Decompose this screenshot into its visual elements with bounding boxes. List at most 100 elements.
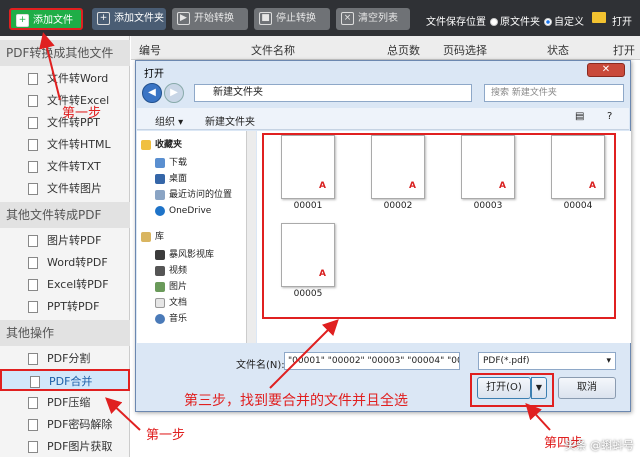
dialog-title: 打开 [144, 69, 164, 80]
col-header-page-select: 页码选择 [443, 44, 487, 57]
radio-selected-icon [544, 18, 552, 26]
organize-menu[interactable]: 组织 ▾ [155, 113, 183, 128]
library-icon [141, 232, 151, 242]
nav-favorites[interactable]: 收藏夹 [141, 139, 182, 151]
file-icon [28, 73, 38, 85]
forward-arrow-icon: ▶ [170, 87, 178, 98]
dialog-command-bar: 组织 ▾ 新建文件夹 ▤ ? [137, 108, 629, 130]
add-file-icon: + [16, 14, 29, 27]
start-convert-button[interactable]: ▶ 开始转换 [172, 8, 248, 30]
stop-convert-button[interactable]: ■ 停止转换 [254, 8, 330, 30]
search-input[interactable]: 搜索 新建文件夹 [484, 84, 624, 102]
recent-icon [155, 190, 165, 200]
add-file-button[interactable]: + 添加文件 [9, 8, 83, 30]
sidebar-section-pdf-to-other[interactable]: PDF转换成其他文件 [0, 40, 130, 66]
forward-button[interactable]: ▶ [164, 83, 184, 103]
filename-input[interactable]: "00001" "00002" "00003" "00004" "00005" [284, 352, 460, 370]
col-header-filename: 文件名称 [251, 44, 295, 57]
filetype-select[interactable]: PDF(*.pdf) ▾ [478, 352, 616, 370]
sidebar: PDF转换成其他文件 文件转Word 文件转Excel 文件转PPT 文件转HT… [0, 36, 130, 457]
radio-custom-folder[interactable]: 自定义 [544, 13, 584, 28]
video-icon [155, 266, 165, 276]
sidebar-item-word-to-pdf[interactable]: Word转PDF [0, 252, 130, 274]
sidebar-item-to-txt[interactable]: 文件转TXT [0, 156, 130, 178]
pdf-file-icon [30, 376, 40, 388]
pdf-file-icon [28, 419, 38, 431]
help-icon[interactable]: ? [607, 111, 612, 122]
file-icon [28, 161, 38, 173]
col-header-index: 编号 [139, 44, 161, 57]
path-field[interactable]: 新建文件夹 [194, 84, 472, 102]
sidebar-item-to-word[interactable]: 文件转Word [0, 68, 130, 90]
add-folder-button[interactable]: + 添加文件夹 [92, 8, 166, 30]
watermark: 头条 @蝌蚪号 [564, 439, 635, 452]
pdf-file-icon [28, 353, 38, 365]
nav-scrollbar[interactable] [246, 131, 256, 343]
image-file-icon [28, 183, 38, 195]
col-header-open: 打开 [613, 44, 635, 57]
open-options-button[interactable]: ▼ [531, 377, 547, 399]
chevron-down-icon: ▼ [535, 383, 543, 392]
back-button[interactable]: ◀ [142, 83, 162, 103]
sidebar-section-other-ops[interactable]: 其他操作 [0, 320, 130, 346]
play-icon: ▶ [177, 12, 190, 25]
sidebar-item-pdf-extract-images[interactable]: PDF图片获取 [0, 436, 130, 458]
selection-highlight [262, 133, 616, 319]
sidebar-item-pdf-unlock[interactable]: PDF密码解除 [0, 414, 130, 436]
nav-onedrive[interactable]: OneDrive [155, 205, 211, 217]
clear-list-button[interactable]: × 清空列表 [336, 8, 410, 30]
open-button[interactable]: 打开(O) [477, 377, 531, 399]
nav-lib-pictures[interactable]: 图片 [155, 281, 187, 293]
nav-recent[interactable]: 最近访问的位置 [155, 189, 232, 201]
sidebar-item-image-to-pdf[interactable]: 图片转PDF [0, 230, 130, 252]
cancel-button[interactable]: 取消 [558, 377, 616, 399]
back-arrow-icon: ◀ [148, 87, 156, 98]
pdf-file-icon [28, 397, 38, 409]
stop-icon: ■ [259, 12, 272, 25]
annotation-step1-bottom: 第一步 [146, 428, 186, 443]
main-toolbar: + 添加文件 + 添加文件夹 ▶ 开始转换 ■ 停止转换 × 清空列表 文件保存位置 原文… [0, 0, 640, 36]
filename-label: 文件名(N): [236, 360, 285, 371]
desktop-icon [155, 174, 165, 184]
download-icon [155, 158, 165, 168]
col-header-pages: 总页数 [387, 44, 420, 57]
file-icon [28, 117, 38, 129]
cloud-icon [155, 206, 165, 216]
file-icon [28, 95, 38, 107]
file-table-header: 编号 文件名称 总页数 页码选择 状态 打开 [131, 36, 640, 60]
word-file-icon [28, 257, 38, 269]
annotation-step1-top: 第一步 [62, 106, 102, 121]
picture-icon [155, 282, 165, 292]
image-file-icon [28, 235, 38, 247]
open-folder-label[interactable]: 打开 [612, 13, 632, 28]
radio-original-folder[interactable]: 原文件夹 [490, 13, 540, 28]
address-bar: ◀ ▶ 新建文件夹 搜索 新建文件夹 [142, 83, 626, 105]
trash-icon: × [341, 12, 354, 25]
sidebar-item-excel-to-pdf[interactable]: Excel转PDF [0, 274, 130, 296]
sidebar-item-to-html[interactable]: 文件转HTML [0, 134, 130, 156]
star-icon [141, 140, 151, 150]
nav-desktop[interactable]: 桌面 [155, 173, 187, 185]
sidebar-item-to-image[interactable]: 文件转图片 [0, 178, 130, 200]
nav-lib-documents[interactable]: 文档 [155, 297, 187, 309]
sidebar-item-pdf-split[interactable]: PDF分割 [0, 348, 130, 370]
folder-icon[interactable] [592, 12, 606, 23]
sidebar-section-other-to-pdf[interactable]: 其他文件转成PDF [0, 202, 130, 228]
new-folder-button[interactable]: 新建文件夹 [205, 113, 255, 128]
nav-lib-music[interactable]: 音乐 [155, 313, 187, 325]
file-icon [28, 139, 38, 151]
nav-downloads[interactable]: 下载 [155, 157, 187, 169]
view-options-icon[interactable]: ▤ [575, 111, 584, 122]
ppt-file-icon [28, 301, 38, 313]
sidebar-item-ppt-to-pdf[interactable]: PPT转PDF [0, 296, 130, 318]
nav-library[interactable]: 库 [141, 231, 164, 243]
pdf-file-icon [28, 441, 38, 453]
close-icon: ✕ [601, 64, 611, 75]
nav-lib-video-library[interactable]: 暴风影视库 [155, 249, 214, 261]
annotation-step3: 第三步，找到要合并的文件并且全选 [184, 393, 408, 409]
nav-lib-videos[interactable]: 视频 [155, 265, 187, 277]
open-file-dialog: 打开 ✕ ◀ ▶ 新建文件夹 搜索 新建文件夹 组织 ▾ 新建文件夹 ▤ ? 收… [135, 60, 631, 412]
close-button[interactable]: ✕ [587, 63, 625, 77]
sidebar-item-pdf-compress[interactable]: PDF压缩 [0, 392, 130, 414]
sidebar-item-pdf-merge[interactable]: PDF合并 [0, 369, 130, 391]
